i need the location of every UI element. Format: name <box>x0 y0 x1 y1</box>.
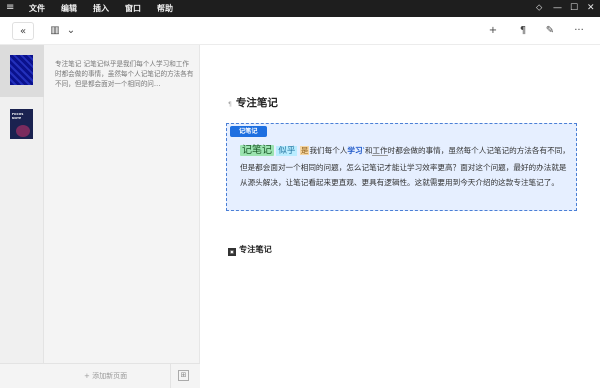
title-bar: ≡ 文件 编辑 插入 窗口 帮助 ⬦ — ☐ ✕ <box>0 0 600 17</box>
menu-window[interactable]: 窗口 <box>125 3 141 14</box>
page-thumbnail-2[interactable]: FOCUS NOTE <box>10 109 33 139</box>
more-icon[interactable]: ··· <box>570 22 588 40</box>
page-title[interactable]: ¶ 专注笔记 <box>228 95 278 110</box>
page-thumbnail-1[interactable] <box>10 55 33 85</box>
chevron-down-icon[interactable]: ⌄ <box>62 22 80 40</box>
minimize-icon[interactable]: — <box>553 2 562 14</box>
app-logo-icon: ▣ <box>228 248 236 256</box>
note-tag[interactable]: 记笔记 <box>230 126 267 137</box>
section-heading-text: 专注笔记 <box>239 244 272 254</box>
grid-icon[interactable]: ⊞ <box>178 370 189 381</box>
divider <box>170 364 171 388</box>
toolbar: « ▥ ⌄ + ¶ ✎ ··· <box>0 17 600 45</box>
paragraph-icon: ¶ <box>228 101 232 108</box>
menu-insert[interactable]: 插入 <box>93 3 109 14</box>
thumbnail-column: FOCUS NOTE <box>0 45 44 363</box>
menu-file[interactable]: 文件 <box>29 3 45 14</box>
page-sidebar: FOCUS NOTE 专注笔记 记笔记似乎是我们每个人学习和工作时都会做的事情，… <box>0 45 200 388</box>
menu-help[interactable]: 帮助 <box>157 3 173 14</box>
thumbnail-graphic <box>16 125 30 137</box>
note-text-1: 我们每个人 <box>309 146 348 155</box>
add-icon[interactable]: + <box>484 22 502 40</box>
page-preview-text[interactable]: 专注笔记 记笔记似乎是我们每个人学习和工作时都会做的事情，虽然每个人记笔记的方法… <box>55 59 195 89</box>
highlight-green: 记笔记 <box>240 145 274 156</box>
format-icon[interactable]: ¶ <box>514 22 532 40</box>
collapse-sidebar-button[interactable]: « <box>12 22 34 40</box>
highlight-blue: 似乎 <box>276 146 298 156</box>
menu-edit[interactable]: 编辑 <box>61 3 77 14</box>
highlight-orange: 是 <box>299 146 310 155</box>
maximize-icon[interactable]: ☐ <box>570 2 578 14</box>
menu-icon[interactable]: ≡ <box>6 2 14 14</box>
bold-text: 学习 <box>347 146 363 155</box>
magic-wand-icon[interactable]: ✎ <box>541 22 559 40</box>
thumbnail-title: FOCUS NOTE <box>12 112 24 120</box>
note-block[interactable]: 记笔记 记笔记 似乎 是我们每个人学习¹和工作时都会做的事情，虽然每个人记笔记的… <box>226 123 577 211</box>
section-heading[interactable]: ▣ 专注笔记 <box>228 243 272 256</box>
note-body[interactable]: 记笔记 似乎 是我们每个人学习¹和工作时都会做的事情，虽然每个人记笔记的方法各有… <box>240 143 570 191</box>
sidebar-footer: + 添加新页面 ⊞ <box>0 363 200 388</box>
page-title-text: 专注笔记 <box>235 97 278 109</box>
close-icon[interactable]: ✕ <box>587 2 595 14</box>
underlined-text: 工作 <box>372 146 388 156</box>
add-page-button[interactable]: + 添加新页面 <box>84 371 127 381</box>
pin-icon[interactable]: ⬦ <box>536 2 542 14</box>
editor-area[interactable]: ¶ 专注笔记 记笔记 记笔记 似乎 是我们每个人学习¹和工作时都会做的事情，虽然每… <box>200 45 600 388</box>
